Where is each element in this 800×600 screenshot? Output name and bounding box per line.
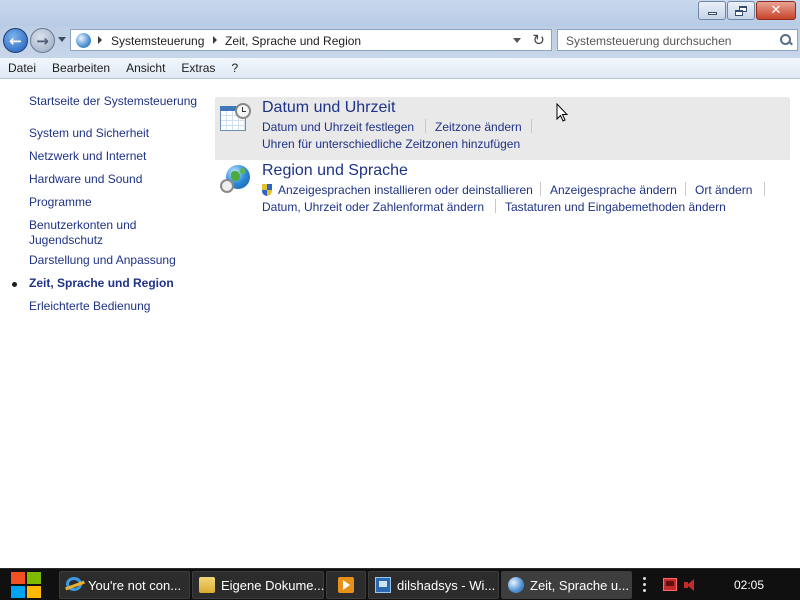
link-separator	[495, 199, 496, 213]
breadcrumb-separator-icon[interactable]	[98, 36, 102, 44]
menu-bar: Datei Bearbeiten Ansicht Extras ?	[0, 58, 800, 79]
globe-icon[interactable]	[220, 165, 252, 197]
category-region-language: Region und Sprache Anzeigesprachen insta…	[215, 160, 790, 222]
breadcrumb-current[interactable]: Zeit, Sprache und Region	[225, 34, 361, 48]
link-change-display-language[interactable]: Anzeigesprache ändern	[550, 183, 677, 197]
chevron-down-icon[interactable]	[513, 38, 521, 43]
current-bullet-icon	[12, 282, 17, 287]
start-button[interactable]	[8, 571, 44, 599]
link-set-date-time[interactable]: Datum und Uhrzeit festlegen	[262, 120, 414, 134]
close-icon: ✕	[770, 3, 782, 18]
tray-overflow-icon[interactable]	[643, 577, 647, 593]
uac-shield-icon	[262, 184, 273, 196]
taskbar-button-label: You're not con...	[88, 578, 182, 593]
restore-icon	[735, 5, 747, 16]
link-install-display-languages[interactable]: Anzeigesprachen installieren oder deinst…	[278, 183, 533, 197]
taskbar-button-label: Eigene Dokume...	[221, 578, 325, 593]
sidebar-item-label: Benutzerkonten und	[29, 218, 137, 232]
close-button[interactable]: ✕	[756, 1, 796, 20]
link-change-location[interactable]: Ort ändern	[695, 183, 752, 197]
back-button[interactable]: ←	[3, 28, 28, 53]
menu-datei[interactable]: Datei	[0, 61, 44, 75]
sidebar-item-network[interactable]: Netzwerk und Internet	[29, 149, 146, 164]
arrow-right-icon: →	[36, 31, 49, 50]
media-player-icon	[338, 577, 354, 593]
arrow-left-icon: ←	[9, 31, 22, 50]
menu-help[interactable]: ?	[223, 61, 246, 75]
virtual-machine-icon	[375, 577, 391, 593]
link-separator	[425, 119, 426, 133]
search-icon[interactable]	[780, 34, 791, 45]
internet-explorer-icon	[66, 577, 82, 591]
taskbar-button-vm[interactable]: dilshadsys - Wi...	[368, 571, 499, 599]
taskbar-button-label: dilshadsys - Wi...	[397, 578, 496, 593]
control-panel-icon	[76, 33, 91, 48]
link-change-timezone[interactable]: Zeitzone ändern	[435, 120, 522, 134]
sidebar-item-appearance[interactable]: Darstellung und Anpassung	[29, 253, 176, 268]
refresh-icon[interactable]: ↻	[532, 31, 545, 49]
link-separator	[531, 119, 532, 133]
link-add-clocks[interactable]: Uhren für unterschiedliche Zeitzonen hin…	[262, 137, 520, 151]
title-bar[interactable]: ✕	[0, 0, 800, 26]
link-separator	[764, 182, 765, 196]
link-change-date-number-format[interactable]: Datum, Uhrzeit oder Zahlenformat ändern	[262, 200, 484, 214]
sidebar-item-ease-of-access[interactable]: Erleichterte Bedienung	[29, 299, 150, 314]
menu-ansicht[interactable]: Ansicht	[118, 61, 173, 75]
mouse-cursor-icon	[556, 103, 568, 122]
maximize-button[interactable]	[727, 1, 755, 20]
volume-icon[interactable]	[684, 578, 702, 592]
search-placeholder: Systemsteuerung durchsuchen	[566, 34, 732, 48]
sidebar-item-hardware[interactable]: Hardware und Sound	[29, 172, 142, 187]
category-date-time[interactable]: Datum und Uhrzeit Datum und Uhrzeit fest…	[215, 97, 790, 160]
category-title[interactable]: Region und Sprache	[262, 162, 408, 180]
minimize-button[interactable]	[698, 1, 726, 20]
address-bar[interactable]: Systemsteuerung Zeit, Sprache und Region…	[70, 29, 552, 51]
sidebar-item-clock-language-region: Zeit, Sprache und Region	[29, 276, 174, 290]
link-change-keyboards[interactable]: Tastaturen und Eingabemethoden ändern	[505, 200, 726, 214]
taskbar-button-ie[interactable]: You're not con...	[59, 571, 190, 599]
menu-bearbeiten[interactable]: Bearbeiten	[44, 61, 118, 75]
windows-logo-icon	[11, 572, 41, 598]
main-content: Datum und Uhrzeit Datum und Uhrzeit fest…	[205, 79, 800, 568]
menu-extras[interactable]: Extras	[173, 61, 223, 75]
sidebar: Startseite der Systemsteuerung System un…	[0, 79, 205, 568]
link-separator	[540, 182, 541, 196]
breadcrumb-systemsteuerung[interactable]: Systemsteuerung	[111, 34, 204, 48]
navigation-bar: ← → Systemsteuerung Zeit, Sprache und Re…	[0, 26, 800, 58]
taskbar-button-control-panel[interactable]: Zeit, Sprache u...	[501, 571, 632, 599]
sidebar-item-label: Jugendschutz	[29, 233, 104, 247]
network-icon[interactable]	[663, 578, 677, 591]
search-input[interactable]: Systemsteuerung durchsuchen	[557, 29, 798, 51]
sidebar-home-link[interactable]: Startseite der Systemsteuerung	[29, 94, 197, 109]
category-title[interactable]: Datum und Uhrzeit	[262, 99, 395, 117]
breadcrumb-separator-icon[interactable]	[213, 36, 217, 44]
minimize-icon	[707, 12, 717, 15]
taskbar-button-media[interactable]	[326, 571, 366, 599]
sidebar-item-programs[interactable]: Programme	[29, 195, 92, 210]
taskbar-button-label: Zeit, Sprache u...	[530, 578, 629, 593]
folder-icon	[199, 577, 215, 593]
recent-pages-dropdown[interactable]	[57, 35, 67, 45]
link-separator	[685, 182, 686, 196]
forward-button[interactable]: →	[30, 28, 55, 53]
clock-calendar-icon[interactable]	[220, 103, 252, 131]
sidebar-item-system-security[interactable]: System und Sicherheit	[29, 126, 149, 141]
window-controls: ✕	[698, 1, 796, 20]
taskbar-button-documents[interactable]: Eigene Dokume...	[192, 571, 324, 599]
control-panel-icon	[508, 577, 524, 593]
taskbar: You're not con... Eigene Dokume... dilsh…	[0, 568, 800, 600]
sidebar-item-user-accounts[interactable]: Benutzerkonten und Jugendschutz	[29, 218, 136, 248]
taskbar-clock[interactable]: 02:05	[734, 578, 764, 592]
